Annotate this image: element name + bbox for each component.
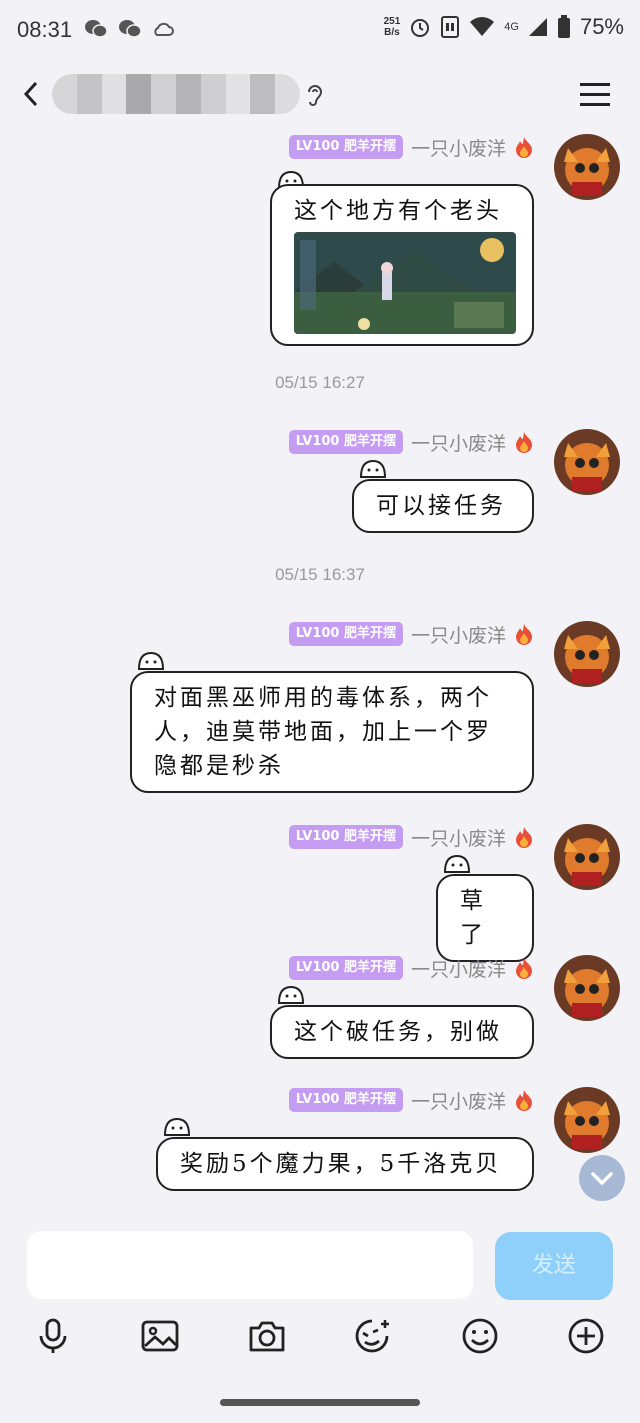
avatar[interactable] — [554, 621, 620, 687]
sticker-icon[interactable] — [352, 1316, 392, 1356]
level-badge: LV100 肥羊开摆 — [288, 1088, 403, 1112]
hamburger-icon[interactable] — [580, 82, 610, 106]
message-item: LV100 肥羊开摆 一只小废洋 可以接任务 — [0, 425, 640, 535]
scroll-to-bottom-button[interactable] — [579, 1155, 625, 1201]
plus-icon[interactable] — [566, 1316, 606, 1356]
message-text: 可以接任务 — [376, 493, 506, 519]
net-speed: 251 B/s — [383, 16, 401, 38]
flame-icon — [516, 624, 532, 645]
signal-icon — [528, 18, 547, 36]
sender-name[interactable]: 一只小废洋 — [411, 955, 506, 982]
sender-row: LV100 肥羊开摆 一只小废洋 — [288, 1086, 534, 1114]
level-badge: LV100 肥羊开摆 — [288, 956, 403, 980]
notification-icons — [84, 18, 174, 40]
image-icon[interactable] — [140, 1316, 180, 1356]
battery-percent: 75% — [579, 14, 624, 39]
chevron-left-icon[interactable] — [22, 80, 40, 108]
flame-icon — [516, 958, 532, 979]
sticker-blob-icon — [163, 1117, 191, 1136]
chat-header — [0, 62, 640, 128]
message-bubble[interactable]: 奖励5个魔力果，5千洛克贝 — [156, 1137, 534, 1191]
wechat-icon — [119, 20, 142, 38]
avatar[interactable] — [554, 824, 620, 890]
status-bar: 08:31 251 B/s 4G 75% — [0, 0, 640, 62]
sender-row: LV100 肥羊开摆 一只小废洋 — [288, 620, 534, 648]
sender-name[interactable]: 一只小废洋 — [411, 1087, 506, 1114]
network-type: 4G — [504, 21, 519, 33]
message-item: LV100 肥羊开摆 一只小废洋 这个破任务，别做 — [0, 951, 640, 1061]
avatar[interactable] — [554, 1087, 620, 1153]
sender-name[interactable]: 一只小废洋 — [411, 824, 506, 851]
flame-icon — [516, 1090, 532, 1111]
microphone-icon[interactable] — [33, 1316, 73, 1356]
message-input[interactable] — [27, 1231, 473, 1299]
message-item: LV100 肥羊开摆 一只小废洋 对面黑巫师用的毒体系，两个人，迪莫带地面，加上… — [0, 617, 640, 797]
avatar[interactable] — [554, 429, 620, 495]
message-text: 这个破任务，别做 — [294, 1019, 502, 1045]
camera-icon[interactable] — [247, 1316, 287, 1356]
sender-row: LV100 肥羊开摆 一只小废洋 — [288, 823, 534, 851]
level-badge: LV100 肥羊开摆 — [288, 825, 403, 849]
send-button[interactable]: 发送 — [495, 1232, 613, 1300]
timestamp: 05/15 16:37 — [275, 565, 365, 584]
message-text: 奖励5个魔力果，5千洛克贝 — [180, 1151, 502, 1177]
cloud-icon — [154, 22, 174, 36]
input-toolbar — [0, 1316, 640, 1366]
input-area: 发送 — [0, 1216, 640, 1423]
sender-name[interactable]: 一只小废洋 — [411, 621, 506, 648]
flame-icon — [516, 827, 532, 848]
flame-icon — [516, 432, 532, 453]
avatar[interactable] — [554, 134, 620, 200]
status-time: 08:31 — [17, 17, 73, 42]
level-badge: LV100 肥羊开摆 — [288, 135, 403, 159]
message-item: LV100 肥羊开摆 一只小废洋 草了 — [0, 820, 640, 962]
wifi-icon — [470, 17, 495, 36]
flame-icon — [516, 137, 532, 158]
message-text: 对面黑巫师用的毒体系，两个人，迪莫带地面，加上一个罗隐都是秒杀 — [154, 685, 492, 779]
sender-row: LV100 肥羊开摆 一只小废洋 — [288, 133, 534, 161]
game-screenshot-image[interactable] — [294, 232, 516, 334]
message-item: LV100 肥羊开摆 一只小废洋 奖励5个魔力果，5千洛克贝 — [0, 1083, 640, 1193]
message-item: LV100 肥羊开摆 一只小废洋 这个地方有个老头 — [0, 130, 640, 346]
sticker-blob-icon — [443, 854, 471, 873]
sender-row: LV100 肥羊开摆 一只小废洋 — [288, 954, 534, 982]
message-bubble[interactable]: 这个破任务，别做 — [270, 1005, 534, 1059]
emoji-icon[interactable] — [460, 1316, 500, 1356]
alarm-icon — [411, 19, 430, 37]
level-badge: LV100 肥羊开摆 — [288, 622, 403, 646]
home-indicator[interactable] — [220, 1399, 420, 1406]
wechat-icon — [85, 20, 108, 38]
sticker-blob-icon — [359, 459, 387, 478]
message-bubble[interactable]: 可以接任务 — [352, 479, 534, 533]
message-text: 这个地方有个老头 — [294, 198, 502, 224]
message-bubble[interactable]: 对面黑巫师用的毒体系，两个人，迪莫带地面，加上一个罗隐都是秒杀 — [130, 671, 534, 793]
chevron-down-icon — [591, 1172, 613, 1185]
sim-icon — [441, 16, 460, 38]
message-bubble[interactable]: 草了 — [436, 874, 534, 962]
timestamp: 05/15 16:27 — [275, 373, 365, 392]
avatar[interactable] — [554, 955, 620, 1021]
sender-name[interactable]: 一只小废洋 — [411, 429, 506, 456]
chat-title-redacted — [52, 74, 300, 114]
message-bubble[interactable]: 这个地方有个老头 — [270, 184, 534, 346]
level-badge: LV100 肥羊开摆 — [288, 430, 403, 454]
message-text: 草了 — [460, 888, 486, 948]
ear-icon[interactable] — [305, 82, 325, 108]
sticker-blob-icon — [277, 985, 305, 1004]
sticker-blob-icon — [137, 651, 165, 670]
sender-name[interactable]: 一只小废洋 — [411, 134, 506, 161]
sender-row: LV100 肥羊开摆 一只小废洋 — [288, 428, 534, 456]
battery-icon — [557, 15, 570, 38]
